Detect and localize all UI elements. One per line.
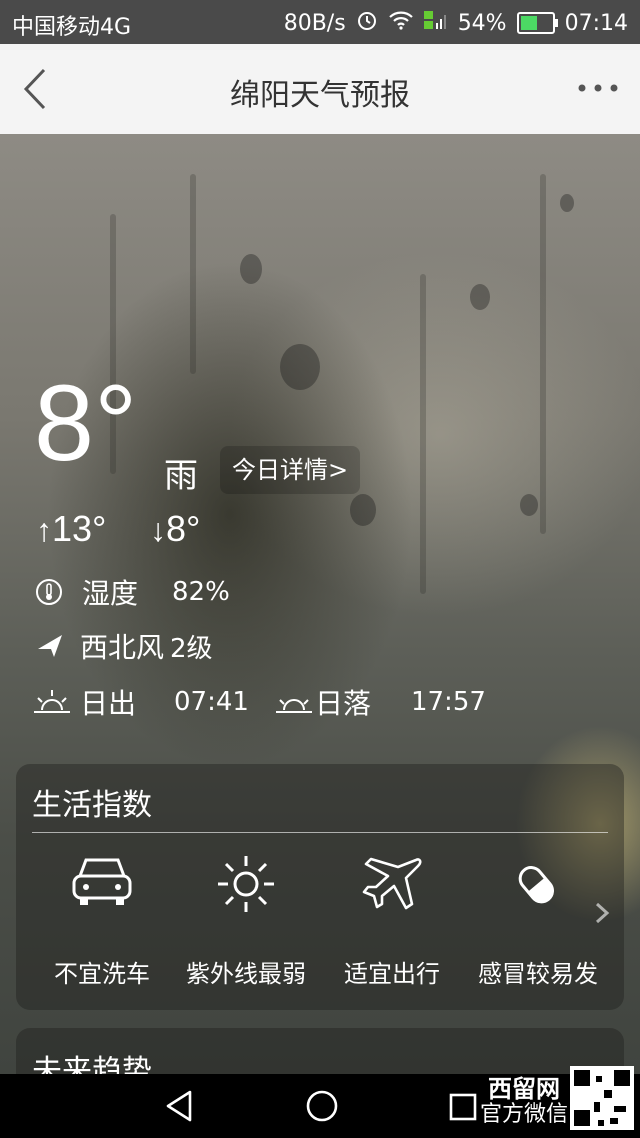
clock: 07:14: [564, 10, 628, 36]
nav-home-button[interactable]: [304, 1088, 340, 1128]
qr-code: [570, 1066, 634, 1130]
sunrise-icon: [34, 690, 70, 713]
more-dots-icon: [578, 84, 618, 92]
thermometer-icon: [36, 579, 62, 605]
life-index-item[interactable]: 不宜洗车: [28, 854, 176, 988]
wifi-icon: [388, 10, 414, 36]
life-index-item[interactable]: 感冒较易发: [464, 854, 612, 988]
life-index-title: 生活指数: [32, 788, 152, 823]
rain-streak: [190, 174, 196, 374]
car-icon: [72, 858, 132, 905]
wind-level: 2级: [170, 633, 213, 664]
nav-recents-button[interactable]: [448, 1092, 478, 1126]
low-temp: ↓8°: [150, 508, 200, 550]
status-right: 80B/s 54% 07:14: [284, 9, 628, 37]
more-button[interactable]: [576, 78, 620, 98]
nav-bar: 绵阳天气预报: [0, 44, 640, 134]
raindrop: [560, 194, 574, 212]
sun-icon: [218, 856, 274, 912]
square-recents-icon: [449, 1093, 477, 1121]
wind-direction-icon: [38, 635, 62, 657]
life-index-item[interactable]: 紫外线最弱: [172, 854, 320, 988]
life-index-item[interactable]: 适宜出行: [318, 854, 466, 988]
life-index-label: 不宜洗车: [54, 960, 150, 988]
weather-condition: 雨: [164, 456, 198, 496]
rain-streak: [540, 174, 546, 534]
humidity-value: 82%: [172, 577, 230, 607]
sun-row: 日出 07:41 日落 17:57: [32, 682, 486, 722]
high-temp: ↑13°: [36, 508, 106, 550]
current-temperature: 8°: [34, 362, 138, 483]
battery-icon: [516, 12, 558, 34]
raindrop: [350, 494, 376, 526]
chevron-right-icon[interactable]: [594, 902, 610, 924]
page-title: 绵阳天气预报: [230, 78, 410, 113]
high-temp-value: 13°: [52, 508, 107, 549]
arrow-down-icon: ↓: [150, 512, 166, 548]
watermark: 西留网 官方微信: [480, 1076, 568, 1128]
raindrop: [280, 344, 320, 390]
life-index-label: 适宜出行: [344, 960, 440, 988]
watermark-name: 西留网: [487, 1075, 560, 1103]
signal-icon: [423, 9, 448, 37]
divider: [32, 832, 608, 833]
sunset-icon: [275, 699, 312, 713]
life-index-card: 生活指数 不宜洗车 紫外线最弱 适宜出行 感冒较易发: [16, 764, 624, 1010]
arrow-up-icon: ↑: [36, 512, 52, 548]
humidity-label: 湿度: [82, 577, 139, 610]
wind-direction: 西北风: [80, 631, 165, 664]
today-detail-button[interactable]: 今日详情>: [220, 446, 361, 494]
sunset-time: 17:57: [410, 687, 486, 717]
watermark-sub: 官方微信: [479, 1102, 568, 1127]
life-index-label: 感冒较易发: [478, 960, 598, 988]
life-index-label: 紫外线最弱: [186, 960, 306, 988]
battery-percent: 54%: [457, 10, 507, 36]
circle-home-icon: [306, 1090, 338, 1122]
sunrise-label: 日出: [80, 687, 137, 720]
sunrise-time: 07:41: [174, 687, 249, 717]
carrier-label: 中国移动4G: [12, 15, 132, 40]
raindrop: [520, 494, 538, 516]
rain-streak: [420, 274, 426, 594]
nav-back-button[interactable]: [162, 1088, 196, 1128]
sunset-label: 日落: [314, 687, 371, 720]
pill-icon: [518, 866, 554, 904]
status-bar: 中国移动4G 80B/s 54% 07:14: [0, 0, 640, 44]
triangle-back-icon: [166, 1090, 192, 1122]
wind-row: 西北风 2级: [34, 626, 213, 666]
humidity-row: 湿度 82%: [34, 572, 230, 612]
raindrop: [470, 284, 490, 310]
low-temp-value: 8°: [166, 508, 201, 549]
raindrop: [240, 254, 262, 284]
network-speed: 80B/s: [283, 10, 346, 36]
airplane-icon: [362, 857, 422, 910]
alarm-icon: [356, 9, 378, 37]
